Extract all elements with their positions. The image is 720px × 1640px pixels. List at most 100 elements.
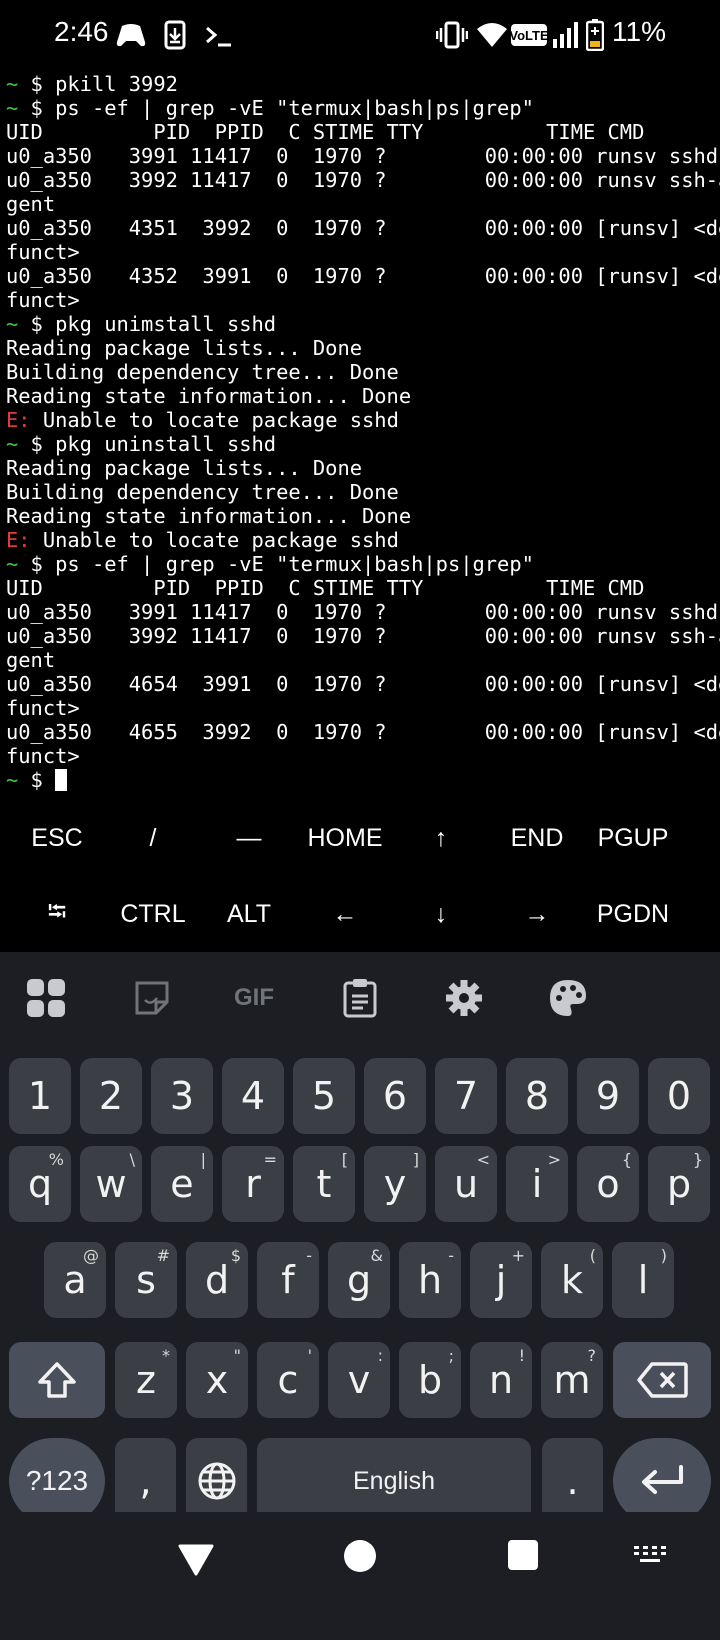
key-p[interactable]: p} (648, 1146, 710, 1222)
terminal-line: Reading state information... Done (6, 384, 716, 408)
terminal-output[interactable]: ~ $ pkill 3992 ~ $ ps -ef | grep -vE "ter… (6, 72, 720, 792)
wifi-icon (476, 18, 508, 52)
key-r[interactable]: r = (222, 1146, 284, 1222)
key-label: l (637, 1258, 649, 1302)
key-j[interactable]: j + (470, 1242, 532, 1318)
key-7[interactable]: 7 (435, 1058, 497, 1134)
clipboard-icon[interactable] (334, 972, 386, 1024)
tab-key[interactable]: ⭾ (7, 884, 107, 944)
signal-icon (552, 18, 580, 52)
slash-key[interactable]: / (103, 808, 203, 868)
key-secondary-label: : (377, 1346, 383, 1365)
recents-square-icon[interactable] (506, 1538, 540, 1572)
right-arrow-key[interactable]: → (487, 884, 587, 944)
key-1[interactable]: 1 (9, 1058, 71, 1134)
key-z[interactable]: z * (115, 1342, 177, 1418)
status-time: 2:46 (54, 16, 109, 47)
key-v[interactable]: v: (328, 1342, 390, 1418)
up-arrow-key[interactable]: ↑ (391, 808, 491, 868)
palette-icon[interactable] (542, 972, 594, 1024)
key-k[interactable]: k( (541, 1242, 603, 1318)
terminal-line: u0_a350 4655 3992 0 1970 ? 00:00:00 [run… (6, 720, 720, 744)
prompt-symbol: $ (18, 768, 56, 792)
gif-icon[interactable]: GIF (228, 972, 280, 1024)
terminal-text: u0_a350 3992 11417 0 1970 ? 00:00:00 run… (6, 624, 720, 648)
key-y[interactable]: y] (364, 1146, 426, 1222)
key-m[interactable]: m? (541, 1342, 603, 1418)
key-f[interactable]: f- (257, 1242, 319, 1318)
key-n[interactable]: n! (470, 1342, 532, 1418)
key-secondary-label: ! (518, 1346, 525, 1365)
ctrl-key[interactable]: CTRL (103, 884, 203, 944)
key-h[interactable]: h- (399, 1242, 461, 1318)
key-label: w (95, 1162, 127, 1206)
key-a[interactable]: a @ (44, 1242, 106, 1318)
key-secondary-label: ) (660, 1246, 667, 1265)
key-2[interactable]: 2 (80, 1058, 142, 1134)
shift-key[interactable] (9, 1342, 105, 1418)
key-l[interactable]: l) (612, 1242, 674, 1318)
key-label: d (204, 1258, 230, 1302)
pgup-key[interactable]: PGUP (583, 808, 683, 868)
key-label: 0 (666, 1074, 692, 1118)
sticker-icon[interactable] (126, 972, 178, 1024)
pgdn-key[interactable]: PGDN (583, 884, 683, 944)
terminal-text: u0_a350 4654 3991 0 1970 ? 00:00:00 [run… (6, 672, 720, 696)
key-0[interactable]: 0 (648, 1058, 710, 1134)
esc-key[interactable]: ESC (7, 808, 107, 868)
terminal-text: $ pkg unimstall sshd (18, 312, 277, 336)
back-triangle-icon[interactable] (176, 1538, 216, 1578)
down-arrow-key[interactable]: ↓ (391, 884, 491, 944)
key-3[interactable]: 3 (151, 1058, 213, 1134)
key-i[interactable]: i > (506, 1146, 568, 1222)
home-key[interactable]: HOME (295, 808, 395, 868)
battery-icon (586, 18, 604, 52)
keyboard-hide-icon[interactable] (634, 1542, 666, 1566)
key-d[interactable]: d $ (186, 1242, 248, 1318)
terminal-text: funct> (6, 696, 80, 720)
key-t[interactable]: t[ (293, 1146, 355, 1222)
terminal-text: u0_a350 3991 11417 0 1970 ? 00:00:00 run… (6, 600, 719, 624)
end-key[interactable]: END (487, 808, 587, 868)
settings-gear-icon[interactable] (438, 972, 490, 1024)
key-label: s (136, 1258, 156, 1302)
key-u[interactable]: u < (435, 1146, 497, 1222)
key-secondary-label: ( (589, 1246, 596, 1265)
terminal-line: u0_a350 3992 11417 0 1970 ? 00:00:00 run… (6, 168, 720, 192)
key-secondary-label: | (200, 1150, 206, 1169)
key-c[interactable]: c ' (257, 1342, 319, 1418)
terminal-prompt-line[interactable]: ~ $ (6, 768, 716, 792)
key-4[interactable]: 4 (222, 1058, 284, 1134)
terminal-line: E: Unable to locate package sshd (6, 408, 716, 432)
apps-grid-icon[interactable] (20, 972, 72, 1024)
terminal-line: gent (6, 648, 716, 672)
key-secondary-label: } (692, 1150, 703, 1169)
key-g[interactable]: g & (328, 1242, 390, 1318)
key-6[interactable]: 6 (364, 1058, 426, 1134)
terminal-line: u0_a350 4352 3991 0 1970 ? 00:00:00 [run… (6, 264, 720, 288)
key-8[interactable]: 8 (506, 1058, 568, 1134)
key-9[interactable]: 9 (577, 1058, 639, 1134)
key-label: 2 (98, 1074, 124, 1118)
key-s[interactable]: s # (115, 1242, 177, 1318)
terminal-line: ~ $ ps -ef | grep -vE "termux|bash|ps|gr… (6, 552, 716, 576)
key-w[interactable]: w \ (80, 1146, 142, 1222)
key-b[interactable]: b; (399, 1342, 461, 1418)
terminal-line: Building dependency tree... Done (6, 480, 716, 504)
terminal-line: UID PID PPID C STIME TTY TIME CMD (6, 576, 716, 600)
key-x[interactable]: x " (186, 1342, 248, 1418)
dash-key[interactable]: — (199, 808, 299, 868)
vibrate-icon (436, 18, 468, 52)
backspace-key[interactable] (613, 1342, 711, 1418)
key-e[interactable]: e | (151, 1146, 213, 1222)
key-q[interactable]: q% (9, 1146, 71, 1222)
left-arrow-key[interactable]: ← (295, 884, 395, 944)
alt-key[interactable]: ALT (199, 884, 299, 944)
home-circle-icon[interactable] (342, 1538, 378, 1574)
key-5[interactable]: 5 (293, 1058, 355, 1134)
key-label: o (596, 1162, 620, 1206)
terminal-line: ~ $ ps -ef | grep -vE "termux|bash|ps|gr… (6, 96, 716, 120)
prompt-tilde: ~ (6, 768, 19, 792)
key-secondary-label: ? (587, 1346, 597, 1365)
key-o[interactable]: o{ (577, 1146, 639, 1222)
